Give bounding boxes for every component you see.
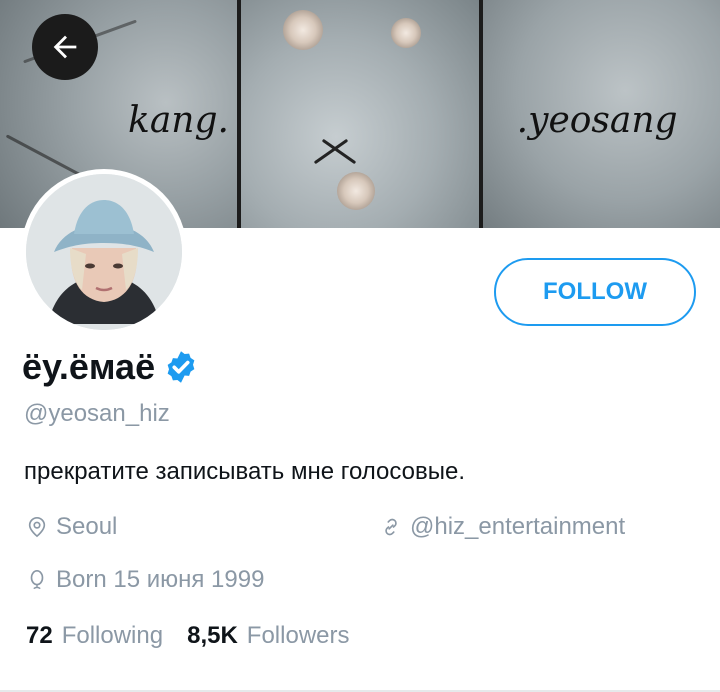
- follow-button[interactable]: FOLLOW: [494, 258, 696, 326]
- profile-website[interactable]: @hiz_entertainment: [380, 513, 625, 541]
- profile-bio: прекратите записывать мне голосовые.: [24, 458, 466, 485]
- profile-name-row: ёу.ёмаё: [22, 346, 199, 388]
- back-button[interactable]: [32, 14, 98, 80]
- banner-flower: [283, 10, 324, 50]
- banner-flower: [391, 18, 422, 48]
- balloon-icon: [30, 570, 44, 589]
- banner-decoration: [314, 138, 349, 165]
- profile-handle: @yeosan_hiz: [24, 400, 170, 427]
- avatar[interactable]: [21, 169, 187, 335]
- banner-flower: [337, 172, 376, 210]
- website-link[interactable]: @hiz_entertainment: [410, 513, 625, 541]
- verified-badge-icon: [167, 351, 195, 383]
- followers-label[interactable]: Followers: [247, 622, 350, 650]
- avatar-photo: [26, 174, 182, 330]
- banner-panel-middle: [241, 0, 479, 228]
- location-text: Seoul: [56, 513, 118, 540]
- avatar-image: [26, 174, 182, 330]
- following-label[interactable]: Following: [62, 622, 163, 650]
- followers-count[interactable]: 8,5K: [187, 622, 238, 650]
- back-arrow-icon: [53, 35, 77, 59]
- born-text: Born 15 июня 1999: [56, 566, 265, 593]
- profile-birthdate: Born 15 июня 1999: [26, 566, 264, 594]
- profile-stats: 72 Following 8,5K Followers: [26, 622, 374, 650]
- profile-location: Seoul: [26, 513, 117, 541]
- location-pin-icon: [28, 517, 46, 538]
- banner-text-left: kang.: [128, 100, 229, 141]
- banner-panel-right: .yeosang: [482, 0, 720, 228]
- following-count[interactable]: 72: [26, 622, 53, 650]
- banner-text-right: .yeosang: [516, 100, 678, 141]
- link-icon: [385, 518, 397, 536]
- display-name: ёу.ёмаё: [22, 346, 156, 387]
